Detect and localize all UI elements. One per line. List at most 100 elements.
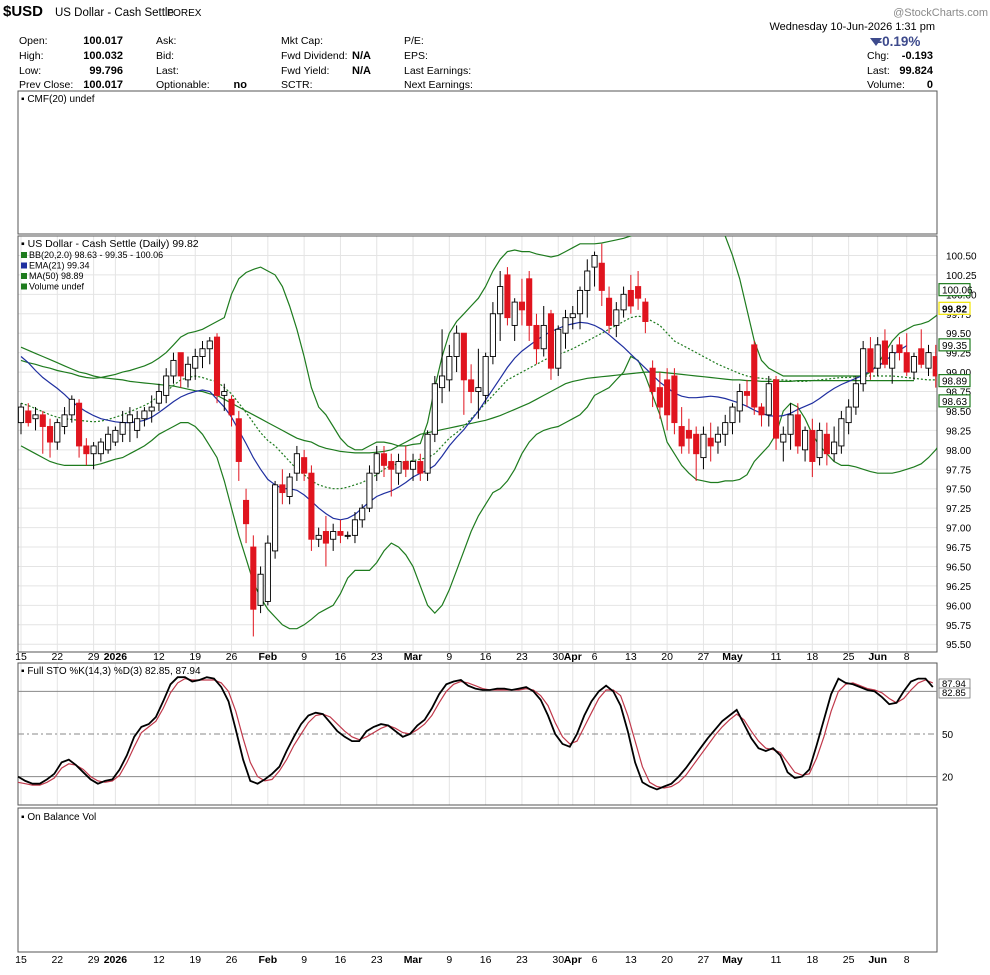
quote-value: 99.796 [89,65,123,77]
candle-body [431,383,438,435]
candle-body [591,254,598,268]
candle-body [635,286,642,299]
x-tick-label: 19 [189,651,201,663]
x-tick-label: 11 [771,651,782,663]
quote-label: High: [19,50,44,62]
x-tick-label: 22 [51,651,63,663]
candle-body [838,418,845,447]
candle-body [802,429,809,451]
quote-label: Fwd Dividend: [281,50,348,62]
candle-body [671,375,678,424]
y-tick-label: 95.50 [946,640,971,651]
x-tick-label: 8 [904,651,910,663]
candle-body [504,274,511,319]
y-tick-label: 96.00 [946,601,971,612]
candle-body [497,286,504,315]
quote-label: Last Earnings: [404,65,471,77]
candle-body [533,324,540,350]
candle-body [794,414,801,447]
y-tick-label: 100.50 [946,251,977,262]
quote-label: Bid: [156,50,174,62]
candle-body [860,348,867,385]
y-tick-label: 96.25 [946,582,971,593]
candle-body [446,356,453,381]
candle-body [809,429,816,462]
quote-label: Prev Close: [19,79,73,91]
candle-body [424,433,431,474]
candle-body [889,352,896,369]
y-tick-label: 96.50 [946,562,971,573]
header: $USD US Dollar - Cash Settle FOREX @Stoc… [3,3,988,91]
candle-body [221,391,228,396]
quote-label: EPS: [404,50,428,62]
x-tick-label: Mar [404,651,423,663]
x-tick-label: 26 [226,954,238,966]
quote-label: Volume: [867,79,905,91]
x-tick-label: Jun [868,954,887,966]
candle-body [206,340,213,350]
sto-d-line [17,677,934,789]
chart-svg: $USD US Dollar - Cash Settle FOREX @Stoc… [3,3,989,966]
candle-body [772,379,780,439]
candle-body [693,433,700,455]
y-tick-label: 98.50 [946,407,971,418]
candle-body [351,519,359,536]
candle-body [39,414,46,427]
y-tick-label: 98.25 [946,426,971,437]
quote-label: Ask: [156,35,176,47]
price-title: ▪ US Dollar - Cash Settle (Daily) 99.82 [21,238,199,250]
candle-body [286,476,293,497]
candle-body [526,278,533,326]
candle-body [722,422,729,435]
candle-body [134,418,141,431]
x-tick-label: May [722,651,743,663]
legend-swatch [21,262,27,269]
quote-label: SCTR: [281,79,313,91]
quote-value: N/A [352,65,371,77]
candle-body [293,453,300,474]
x-tick-label: 6 [592,651,598,663]
candle-body [126,414,133,424]
candle-body [940,349,945,376]
x-tick-label: Mar [404,954,423,966]
x-tick-label: 30 [552,651,564,663]
quote-value: no [234,79,248,91]
candle-body [511,301,518,326]
cmf-title: ▪ CMF(20) undef [21,94,95,105]
x-tick-label: 20 [661,954,673,966]
candle-body [243,499,250,525]
candle-body [235,418,242,462]
quote-value: N/A [352,50,371,62]
value-box-label: 98.89 [942,377,967,388]
cmf-panel [17,90,938,235]
candle-body [547,313,555,369]
candle-body [555,328,562,369]
x-tick-label: 16 [335,954,347,966]
candle-body [714,433,722,443]
x-tick-label: 2026 [104,651,128,663]
candle-body [489,313,496,357]
candle-body [257,573,264,606]
candle-body [68,398,75,416]
candle-body [664,379,671,416]
legend-swatch [21,273,27,279]
candle-body [184,363,192,381]
candle-body [823,433,830,455]
x-tick-label: 19 [189,954,201,966]
x-tick-label: Jun [868,651,887,663]
quote-label: Next Earnings: [404,79,473,91]
quote-fields: Open: 100.017 High: 100.032 Low: 99.796 Prev C… [19,35,934,91]
candle-body [910,356,918,373]
candle-body [562,317,569,334]
candle-body [119,422,126,435]
candle-body [330,531,337,540]
quote-label: Open: [19,35,48,47]
x-tick-label: 23 [371,954,383,966]
candle-body [112,429,119,443]
x-tick-label: Apr [564,651,582,663]
x-tick-label: 16 [335,651,347,663]
x-tick-label: Apr [564,954,582,966]
candle-body [867,348,874,373]
value-box-label: 98.63 [942,397,967,408]
candle-body [984,293,989,309]
